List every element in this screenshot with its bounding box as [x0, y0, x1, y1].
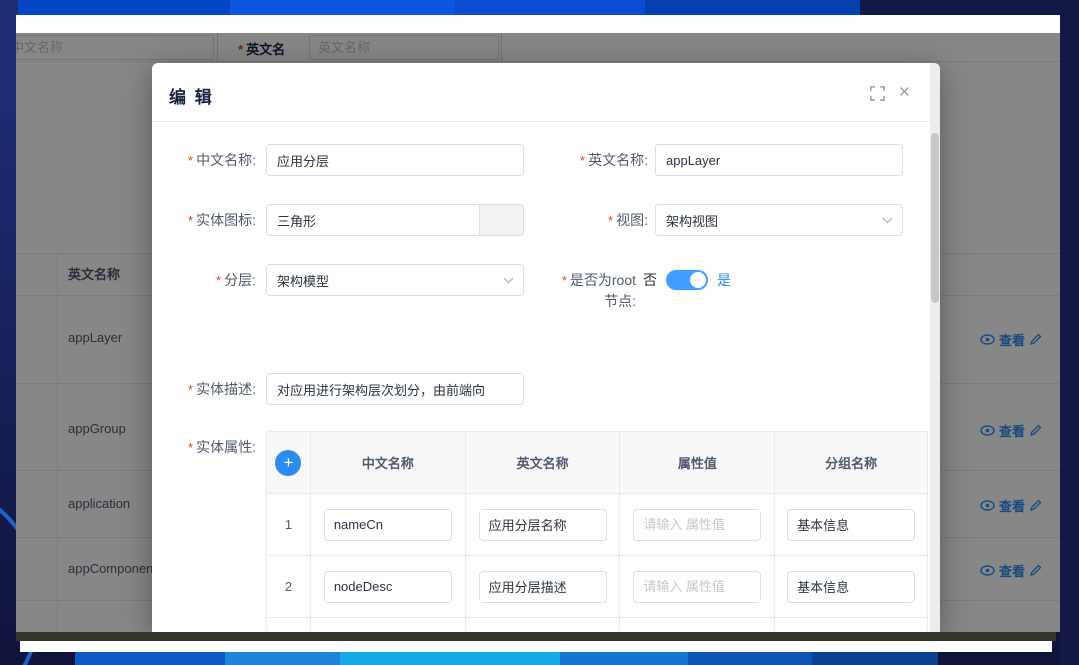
required-mark: * [188, 213, 193, 228]
header-name-en: 英文名称 [466, 432, 621, 493]
modal-title: 编 辑 [169, 83, 214, 108]
field-entity-icon: *实体图标: [168, 204, 524, 236]
attr-group-input[interactable] [787, 571, 915, 603]
field-label: *实体属性: [168, 431, 256, 458]
edit-modal: 编 辑 × *中文名称: [152, 63, 940, 632]
row-index: 2 [267, 556, 311, 617]
frame-top-band-4 [645, 0, 860, 15]
field-name-en: *英文名称: [552, 144, 903, 176]
frame-top-band-5 [860, 0, 1079, 15]
entity-desc-field[interactable] [266, 373, 524, 405]
desktop-stage: *英文名 英文名称 appLayer appGroup application … [0, 0, 1079, 665]
required-mark: * [562, 273, 567, 288]
attribute-row: 3 [267, 618, 927, 632]
field-label: *是否为root节点: [552, 264, 636, 311]
frame-bottom-band-5 [688, 652, 812, 665]
field-entity-attrs: *实体属性: + 中文名称 英文名称 属性值 分组名称 1 [168, 431, 928, 632]
attr-name-cn-input[interactable] [324, 571, 452, 603]
is-root-toggle[interactable] [666, 270, 708, 290]
frame-top-band-1 [18, 0, 230, 15]
switch-off-label: 否 [643, 270, 657, 290]
name-cn-field[interactable] [266, 144, 524, 176]
frame-bottom-band-4 [560, 652, 688, 665]
attr-name-en-input[interactable] [479, 571, 607, 603]
header-group-name: 分组名称 [775, 432, 927, 493]
required-mark: * [608, 213, 613, 228]
frame-top-band-2 [230, 0, 455, 15]
attributes-table: + 中文名称 英文名称 属性值 分组名称 1 [266, 431, 928, 632]
close-icon[interactable]: × [899, 85, 910, 101]
app-window: *英文名 英文名称 appLayer appGroup application … [16, 15, 1060, 632]
frame-top-band-3 [455, 0, 645, 15]
header-name-cn: 中文名称 [311, 432, 466, 493]
window-bottom-strip [20, 641, 1052, 652]
frame-bottom-band-6 [812, 652, 938, 665]
field-view: *视图: [552, 204, 903, 236]
scrollbar-thumb[interactable] [931, 133, 939, 303]
attr-value-input[interactable] [633, 509, 761, 541]
field-label: *中文名称: [168, 144, 256, 171]
field-name-cn: *中文名称: [168, 144, 524, 176]
required-mark: * [580, 153, 585, 168]
modal-tools: × [870, 85, 910, 101]
attr-name-cn-input[interactable] [324, 509, 452, 541]
attr-value-input[interactable] [633, 571, 761, 603]
frame-bottom-band-1 [75, 652, 225, 665]
window-bottom-edge [16, 632, 1056, 641]
view-select[interactable] [655, 204, 903, 236]
field-label: *实体描述: [168, 373, 256, 400]
attr-name-en-input[interactable] [479, 509, 607, 541]
toggle-knob [690, 272, 706, 288]
field-label: *分层: [168, 264, 256, 291]
layer-select[interactable] [266, 264, 524, 296]
modal-scrollbar[interactable] [930, 63, 940, 632]
row-index: 1 [267, 494, 311, 555]
row-index: 3 [267, 618, 311, 632]
fullscreen-icon[interactable] [870, 86, 885, 101]
switch-on-label: 是 [717, 270, 731, 290]
frame-bottom-band-3 [340, 652, 560, 665]
field-label: *英文名称: [552, 144, 648, 171]
modal-body: *中文名称: *英文名称: *实体图标: [152, 144, 940, 632]
attr-group-input[interactable] [787, 509, 915, 541]
field-entity-desc: *实体描述: [168, 373, 524, 405]
field-is-root: *是否为root节点: 否 是 [552, 264, 731, 311]
attributes-table-header: + 中文名称 英文名称 属性值 分组名称 [267, 432, 927, 494]
modal-header: 编 辑 × [152, 63, 940, 122]
required-mark: * [216, 273, 221, 288]
field-label: *实体图标: [168, 204, 256, 231]
icon-picker-addon[interactable] [479, 205, 523, 235]
attribute-row: 1 [267, 494, 927, 556]
required-mark: * [188, 440, 193, 455]
required-mark: * [188, 153, 193, 168]
frame-right-band [1060, 0, 1079, 665]
field-label: *视图: [552, 204, 648, 231]
attribute-row: 2 [267, 556, 927, 618]
header-attr-value: 属性值 [620, 432, 775, 493]
field-layer: *分层: [168, 264, 524, 296]
window-titlebar [16, 15, 1060, 33]
add-attribute-button[interactable]: + [275, 450, 301, 476]
name-en-field[interactable] [655, 144, 903, 176]
frame-bottom-band-2 [225, 652, 340, 665]
required-mark: * [188, 382, 193, 397]
